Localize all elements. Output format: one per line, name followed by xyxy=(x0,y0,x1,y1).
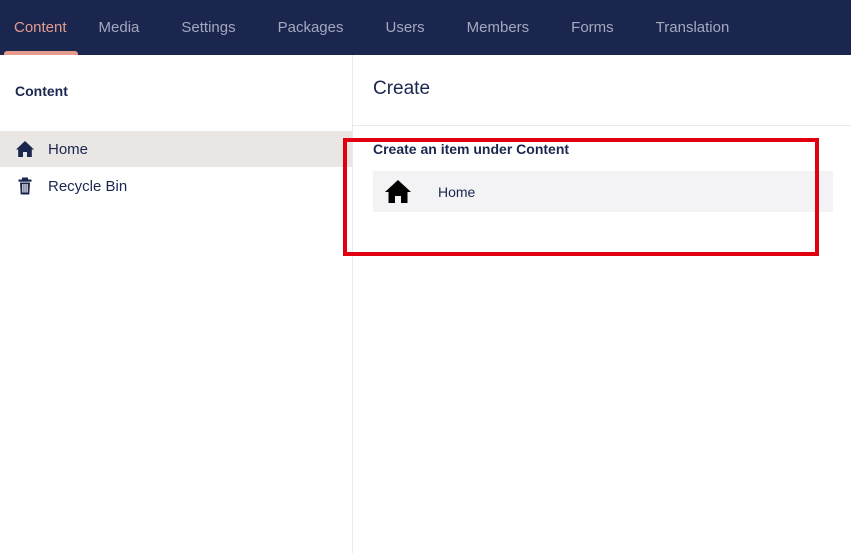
tree-item-recycle-bin[interactable]: Recycle Bin xyxy=(0,168,352,204)
page-title: Create xyxy=(373,78,431,99)
create-option-home[interactable]: Home xyxy=(373,171,833,212)
tree-item-label: Home xyxy=(48,140,89,158)
nav-tab-content[interactable]: Content xyxy=(0,0,78,55)
content-tree-panel: Content Home Recycle Bin xyxy=(0,55,353,553)
top-navigation: Content Media Settings Packages Users Me… xyxy=(0,0,851,55)
nav-tab-settings[interactable]: Settings xyxy=(160,0,256,55)
nav-tab-translation[interactable]: Translation xyxy=(635,0,751,55)
home-icon xyxy=(383,177,413,207)
create-option-label: Home xyxy=(438,183,476,200)
create-panel: Create Create an item under Content Home xyxy=(353,55,851,553)
create-subtitle: Create an item under Content xyxy=(373,141,570,157)
tree-item-label: Recycle Bin xyxy=(48,177,128,195)
nav-tab-members[interactable]: Members xyxy=(446,0,551,55)
nav-tab-users[interactable]: Users xyxy=(364,0,445,55)
home-icon xyxy=(15,139,35,159)
nav-tab-packages[interactable]: Packages xyxy=(257,0,365,55)
trash-icon xyxy=(15,176,35,196)
tree-section-title: Content xyxy=(15,83,68,99)
tree-item-home[interactable]: Home xyxy=(0,131,352,167)
nav-tab-forms[interactable]: Forms xyxy=(550,0,635,55)
editor-header: Create xyxy=(353,55,851,126)
nav-tab-media[interactable]: Media xyxy=(78,0,161,55)
